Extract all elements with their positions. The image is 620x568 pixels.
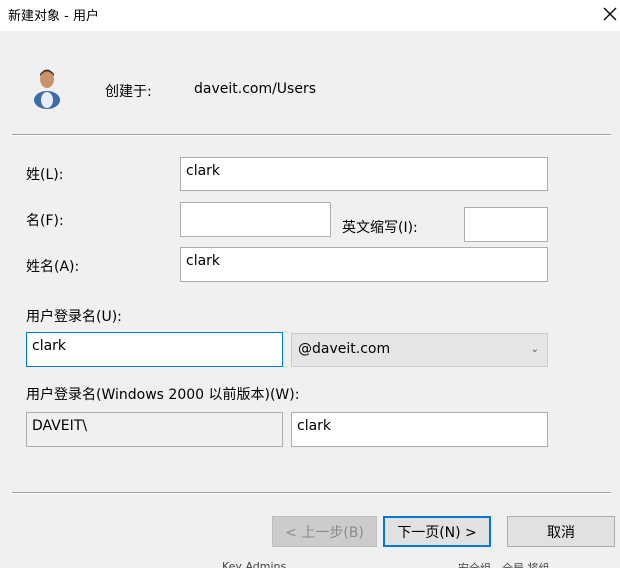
background-window-text-right: 安全组 - 全局 将组 — [458, 560, 549, 568]
window-title: 新建对象 - 用户 — [8, 9, 99, 24]
legacy-logon-input-text: clark — [297, 418, 332, 434]
upn-suffix-value: @daveit.com — [298, 341, 391, 357]
back-button[interactable]: < 上一步(B) — [272, 516, 377, 547]
initials-input[interactable] — [464, 207, 548, 242]
next-button[interactable]: 下一页(N) > — [383, 516, 491, 547]
cancel-button[interactable]: 取消 — [507, 516, 615, 547]
upn-suffix-select[interactable]: @daveit.com ⌄ — [291, 333, 548, 367]
chevron-down-icon: ⌄ — [530, 344, 539, 355]
first-name-input[interactable] — [180, 202, 331, 237]
logon-name-input-text: clark — [32, 338, 67, 354]
last-name-label: 姓(L): — [26, 167, 64, 183]
close-icon[interactable] — [598, 2, 620, 26]
logon-name-label: 用户登录名(U): — [26, 309, 122, 325]
legacy-domain-text: DAVEIT\ — [32, 418, 88, 434]
title-bar: 新建对象 - 用户 — [0, 0, 620, 31]
legacy-logon-input[interactable]: clark — [291, 412, 548, 447]
legacy-domain-field: DAVEIT\ — [26, 412, 283, 447]
back-button-label: < 上一步(B) — [285, 524, 364, 541]
cancel-button-label: 取消 — [547, 524, 575, 541]
initials-label: 英文缩写(I): — [342, 220, 418, 236]
first-name-label: 名(F): — [26, 213, 64, 229]
last-name-input[interactable]: clark — [180, 157, 548, 191]
full-name-input-text: clark — [186, 253, 221, 269]
created-in-value: daveit.com/Users — [194, 81, 317, 97]
full-name-input[interactable]: clark — [180, 247, 548, 282]
next-button-label: 下一页(N) > — [397, 524, 477, 541]
full-name-label: 姓名(A): — [26, 259, 80, 275]
logon-name-input[interactable]: clark — [26, 332, 283, 367]
last-name-input-text: clark — [186, 163, 221, 179]
legacy-logon-label: 用户登录名(Windows 2000 以前版本)(W): — [26, 387, 300, 403]
created-in-label: 创建于: — [105, 84, 152, 100]
background-window-text-left: Key Admins — [222, 560, 287, 568]
user-avatar-icon — [30, 67, 64, 109]
